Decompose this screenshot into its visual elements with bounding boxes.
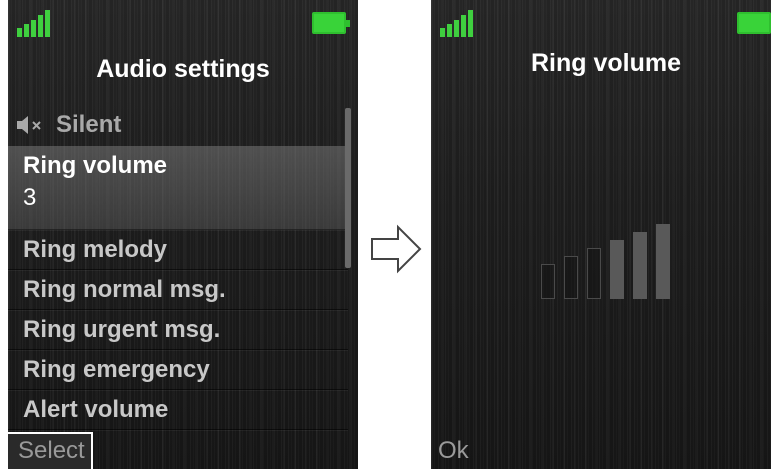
menu-item-label: Ring melody xyxy=(23,235,168,263)
ring-volume-screen: Ring volume Ok xyxy=(431,0,771,469)
menu-item-ring-normal-msg[interactable]: Ring normal msg. xyxy=(8,270,348,310)
menu-item-value: 3 xyxy=(23,184,37,211)
menu-item-ring-urgent-msg[interactable]: Ring urgent msg. xyxy=(8,310,348,350)
ok-softkey[interactable]: Ok xyxy=(438,437,469,465)
screen-title: Audio settings xyxy=(96,55,270,83)
right-arrow-icon xyxy=(371,224,422,274)
volume-bar xyxy=(610,240,624,299)
menu-item-label: Ring emergency xyxy=(23,355,210,383)
volume-bar xyxy=(633,232,647,299)
silent-label: Silent xyxy=(56,111,122,138)
volume-bar xyxy=(587,248,601,299)
menu-item-alert-volume[interactable]: Alert volume xyxy=(8,390,348,430)
volume-level-indicator[interactable] xyxy=(431,0,771,469)
volume-bar xyxy=(541,264,555,299)
volume-bar xyxy=(656,224,670,299)
battery-full-icon xyxy=(312,12,350,34)
silent-status: Silent xyxy=(16,108,121,142)
speaker-muted-icon xyxy=(17,116,41,134)
menu-scrollbar[interactable] xyxy=(345,108,351,268)
menu-item-label: Ring urgent msg. xyxy=(23,315,221,343)
menu-item-label: Ring normal msg. xyxy=(23,275,226,303)
menu-item-label: Ring volume xyxy=(23,152,168,179)
menu-item-ring-melody[interactable]: Ring melody xyxy=(8,230,348,270)
signal-strength-icon xyxy=(17,10,51,37)
audio-settings-menu: Ring volume 3 Ring melody Ring normal ms… xyxy=(8,146,348,430)
volume-bar xyxy=(564,256,578,299)
menu-item-ring-volume[interactable]: Ring volume 3 xyxy=(8,146,348,230)
menu-item-ring-emergency[interactable]: Ring emergency xyxy=(8,350,348,390)
audio-settings-screen: Audio settings Silent Ring volume 3 Ring… xyxy=(8,0,358,469)
select-softkey[interactable]: Select xyxy=(8,432,93,469)
menu-item-label: Alert volume xyxy=(23,395,169,423)
